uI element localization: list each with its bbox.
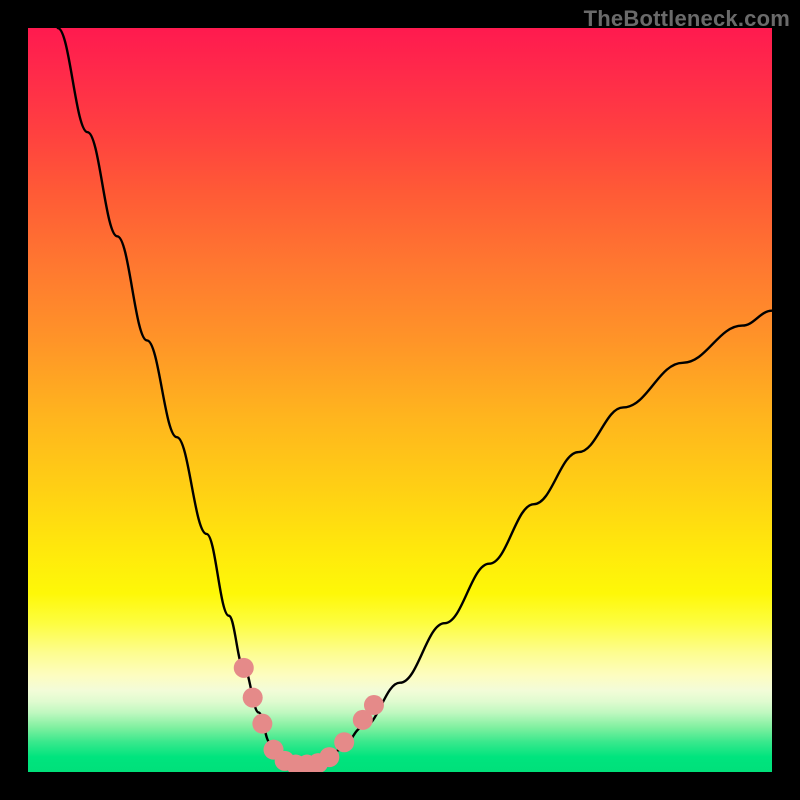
marker-dot bbox=[319, 747, 339, 767]
chart-frame: TheBottleneck.com bbox=[0, 0, 800, 800]
marker-dot bbox=[334, 732, 354, 752]
curve-layer bbox=[28, 28, 772, 772]
marker-dot bbox=[243, 688, 263, 708]
marker-dot bbox=[364, 695, 384, 715]
marker-dot bbox=[234, 658, 254, 678]
plot-area bbox=[28, 28, 772, 772]
marker-group bbox=[234, 658, 384, 772]
watermark-text: TheBottleneck.com bbox=[584, 6, 790, 32]
marker-dot bbox=[252, 714, 272, 734]
bottleneck-curve-path bbox=[58, 28, 772, 765]
